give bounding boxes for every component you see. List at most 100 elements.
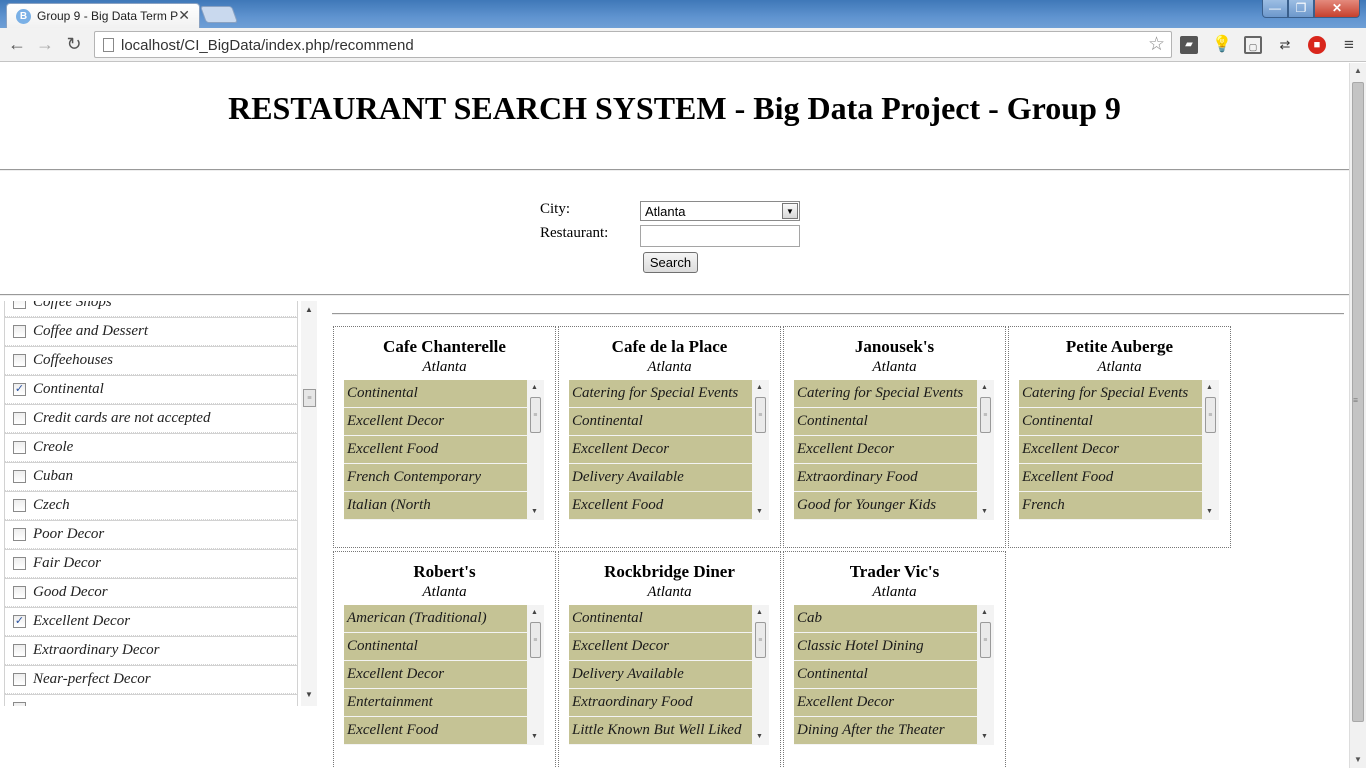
scroll-up-arrow-icon[interactable]: ▲ — [756, 608, 763, 616]
scroll-up-arrow-icon[interactable]: ▲ — [1350, 63, 1366, 79]
tab-close-icon[interactable]: ✕ — [178, 7, 190, 24]
scrollbar-thumb[interactable]: ≡ — [980, 622, 991, 658]
restaurant-tag-list[interactable]: Continental Excellent Decor Excellent Food… — [344, 380, 544, 520]
scroll-down-arrow-icon[interactable]: ▼ — [531, 732, 538, 740]
scroll-down-arrow-icon[interactable]: ▼ — [1206, 507, 1213, 515]
restaurant-tag-list[interactable]: Cab Classic Hotel Dining Continental Excell… — [794, 605, 994, 745]
category-checkbox[interactable] — [13, 528, 26, 541]
category-item[interactable]: Extraordinary Decor — [4, 636, 298, 665]
category-checkbox[interactable] — [13, 673, 26, 686]
scrollbar-thumb[interactable]: ≡ — [755, 397, 766, 433]
category-checkbox[interactable] — [13, 557, 26, 570]
scroll-up-arrow-icon[interactable]: ▲ — [1206, 383, 1213, 391]
dropdown-arrow-icon[interactable]: ▼ — [782, 203, 798, 219]
category-item[interactable]: Coffee Shops — [4, 301, 298, 317]
scrollbar-thumb[interactable]: ≡ — [530, 622, 541, 658]
category-checkbox[interactable] — [13, 499, 26, 512]
device-extension-icon[interactable]: ⇄ — [1276, 36, 1294, 54]
category-checkbox[interactable] — [13, 702, 26, 706]
restaurant-tag-list[interactable]: Catering for Special Events Continental Ex… — [569, 380, 769, 520]
scroll-up-arrow-icon[interactable]: ▲ — [981, 383, 988, 391]
window-maximize-button[interactable]: ❐ — [1288, 0, 1314, 18]
tag-list-scrollbar[interactable]: ▲ ≡ ▼ — [1202, 380, 1219, 520]
restaurant-tag-list[interactable]: Catering for Special Events Continental Ex… — [794, 380, 994, 520]
category-item[interactable]: Continental — [4, 375, 298, 404]
restaurant-name[interactable]: Cafe de la Place — [559, 337, 780, 357]
restaurant-name[interactable]: Janousek's — [784, 337, 1005, 357]
category-item[interactable]: Poor Decor — [4, 520, 298, 549]
category-checkbox[interactable] — [13, 615, 26, 628]
category-checkbox[interactable] — [13, 325, 26, 338]
restaurant-name[interactable]: Cafe Chanterelle — [334, 337, 555, 357]
category-item[interactable] — [4, 694, 298, 706]
tag-list-scrollbar[interactable]: ▲ ≡ ▼ — [527, 380, 544, 520]
scroll-up-arrow-icon[interactable]: ▲ — [981, 608, 988, 616]
reload-icon[interactable]: ↻ — [63, 33, 85, 55]
category-checkbox[interactable] — [13, 441, 26, 454]
category-item[interactable]: Near-perfect Decor — [4, 665, 298, 694]
category-item[interactable]: Coffee and Dessert — [4, 317, 298, 346]
category-item[interactable]: Coffeehouses — [4, 346, 298, 375]
category-item[interactable]: Excellent Decor — [4, 607, 298, 636]
restaurant-name[interactable]: Petite Auberge — [1009, 337, 1230, 357]
category-item[interactable]: Credit cards are not accepted — [4, 404, 298, 433]
scrollbar-thumb[interactable]: ≡ — [980, 397, 991, 433]
tag-list-scrollbar[interactable]: ▲ ≡ ▼ — [752, 380, 769, 520]
restaurant-tag-list[interactable]: Catering for Special Events Continental Ex… — [1019, 380, 1219, 520]
search-button[interactable]: Search — [643, 252, 698, 273]
scrollbar-thumb[interactable]: ≡ — [530, 397, 541, 433]
category-item[interactable]: Good Decor — [4, 578, 298, 607]
category-checkbox[interactable] — [13, 383, 26, 396]
scrollbar-thumb[interactable]: ≡ — [303, 389, 316, 407]
lightbulb-extension-icon[interactable]: 💡 — [1212, 36, 1232, 54]
scrollbar-thumb[interactable]: ≡ — [1205, 397, 1216, 433]
category-scrollbar[interactable]: ▲ ≡ ▼ — [301, 301, 317, 706]
bookmark-star-icon[interactable]: ☆ — [1148, 33, 1165, 56]
restaurant-name[interactable]: Robert's — [334, 562, 555, 582]
scroll-down-arrow-icon[interactable]: ▼ — [981, 732, 988, 740]
forward-arrow-icon[interactable]: → — [34, 33, 56, 55]
chart-extension-icon[interactable]: ▰ — [1180, 36, 1198, 54]
restaurant-tag-list[interactable]: Continental Excellent Decor Delivery Avail… — [569, 605, 769, 745]
scroll-down-arrow-icon[interactable]: ▼ — [531, 507, 538, 515]
category-filter-list[interactable]: Coffee Shops Coffee and Dessert Coffeehous… — [4, 301, 317, 706]
category-checkbox[interactable] — [13, 644, 26, 657]
category-checkbox[interactable] — [13, 586, 26, 599]
new-tab-button[interactable] — [199, 6, 239, 23]
tag-list-scrollbar[interactable]: ▲ ≡ ▼ — [977, 380, 994, 520]
scroll-down-arrow-icon[interactable]: ▼ — [756, 507, 763, 515]
restaurant-name[interactable]: Trader Vic's — [784, 562, 1005, 582]
stop-extension-icon[interactable]: ■ — [1308, 36, 1326, 54]
scroll-up-arrow-icon[interactable]: ▲ — [756, 383, 763, 391]
scroll-down-arrow-icon[interactable]: ▼ — [1350, 752, 1366, 768]
category-checkbox[interactable] — [13, 412, 26, 425]
scroll-down-arrow-icon[interactable]: ▼ — [305, 690, 313, 699]
scroll-down-arrow-icon[interactable]: ▼ — [981, 507, 988, 515]
cast-icon[interactable]: ▢ — [1244, 36, 1262, 54]
category-checkbox[interactable] — [13, 301, 26, 309]
tag-list-scrollbar[interactable]: ▲ ≡ ▼ — [977, 605, 994, 745]
restaurant-tag-list[interactable]: American (Traditional) Continental Excelle… — [344, 605, 544, 745]
category-item[interactable]: Fair Decor — [4, 549, 298, 578]
scroll-up-arrow-icon[interactable]: ▲ — [531, 608, 538, 616]
scroll-up-arrow-icon[interactable]: ▲ — [531, 383, 538, 391]
category-item[interactable]: Creole — [4, 433, 298, 462]
category-checkbox[interactable] — [13, 470, 26, 483]
scroll-down-arrow-icon[interactable]: ▼ — [756, 732, 763, 740]
page-scrollbar[interactable]: ▲ ≡ ▼ — [1349, 63, 1366, 768]
window-minimize-button[interactable]: — — [1262, 0, 1288, 18]
tag-list-scrollbar[interactable]: ▲ ≡ ▼ — [527, 605, 544, 745]
category-item[interactable]: Cuban — [4, 462, 298, 491]
restaurant-name[interactable]: Rockbridge Diner — [559, 562, 780, 582]
browser-menu-icon[interactable]: ≡ — [1340, 36, 1358, 54]
restaurant-input[interactable] — [640, 225, 800, 247]
category-checkbox[interactable] — [13, 354, 26, 367]
city-select[interactable]: Atlanta ▼ — [640, 201, 800, 221]
window-close-button[interactable]: ✕ — [1314, 0, 1360, 18]
browser-tab[interactable]: B Group 9 - Big Data Term P ✕ — [6, 3, 200, 28]
address-bar[interactable]: localhost/CI_BigData/index.php/recommend… — [94, 31, 1172, 58]
scroll-up-arrow-icon[interactable]: ▲ — [305, 305, 313, 314]
back-arrow-icon[interactable]: ← — [6, 33, 28, 55]
tag-list-scrollbar[interactable]: ▲ ≡ ▼ — [752, 605, 769, 745]
scrollbar-thumb[interactable]: ≡ — [755, 622, 766, 658]
